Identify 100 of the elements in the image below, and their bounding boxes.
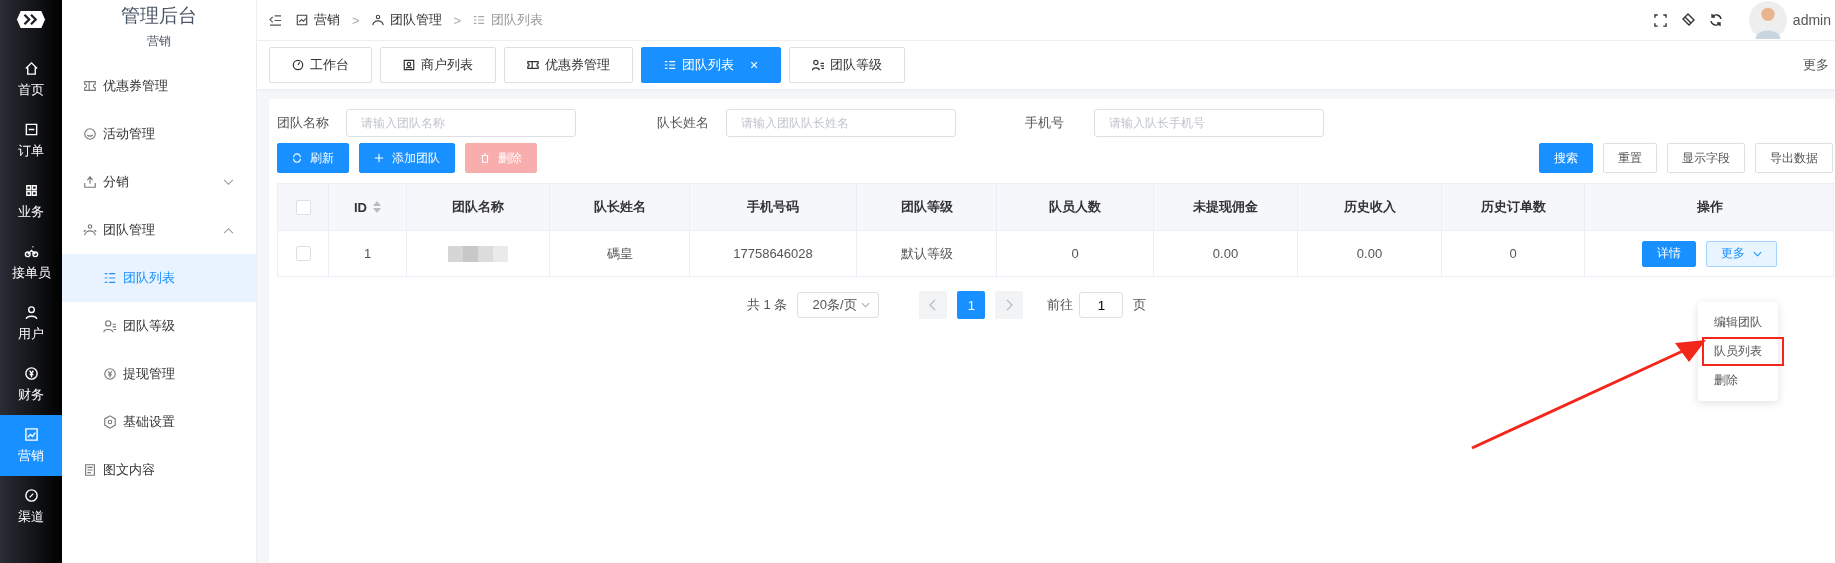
gauge-icon — [292, 59, 304, 71]
user-icon — [23, 304, 39, 320]
ticket-icon — [83, 79, 97, 93]
smiley-icon — [83, 127, 97, 141]
next-page-button[interactable] — [995, 291, 1024, 319]
rail-nav-item[interactable]: 订单 — [0, 110, 62, 171]
share-icon — [83, 175, 97, 189]
breadcrumb-link[interactable]: 团队管理 — [389, 11, 442, 29]
column-header: 队长姓名 — [593, 198, 646, 216]
user-name[interactable]: admin — [1792, 12, 1831, 28]
contact-card-icon — [403, 59, 415, 71]
menu-item[interactable]: 活动管理 — [62, 110, 256, 158]
trash-icon — [480, 153, 490, 163]
rail-nav-item[interactable]: 业务 — [0, 171, 62, 232]
submenu-item[interactable]: 团队等级 — [62, 302, 256, 350]
bicycle-icon — [23, 243, 39, 259]
table-cell: 1 — [363, 246, 372, 261]
more-tabs-button[interactable]: 更多 — [1803, 56, 1829, 74]
page-tab[interactable]: 优惠券管理 — [504, 47, 633, 83]
submenu-item[interactable]: 提现管理 — [62, 350, 256, 398]
fullscreen-icon[interactable] — [1653, 13, 1667, 27]
goto-page-input[interactable]: 1 — [1079, 292, 1124, 318]
row-checkbox[interactable] — [295, 246, 311, 261]
column-header: 手机号码 — [747, 198, 799, 216]
coin-icon — [103, 367, 117, 381]
filter-label: 团队名称 — [277, 114, 330, 132]
rail-nav-item[interactable]: 接单员 — [0, 232, 62, 293]
people-icon — [83, 223, 97, 237]
page-unit: 页 — [1133, 296, 1147, 314]
rail-nav-item[interactable]: 渠道 — [0, 476, 62, 537]
dropdown-item[interactable]: 编辑团队 — [1698, 308, 1778, 337]
column-header: 团队等级 — [900, 198, 953, 216]
toolbar-button[interactable]: 重置 — [1603, 143, 1657, 173]
menu-fold-icon[interactable] — [269, 14, 282, 26]
menu-item[interactable]: 团队管理 — [62, 206, 256, 254]
document-icon — [83, 463, 97, 477]
page-size-select[interactable]: 20条/页 — [797, 292, 880, 318]
filter-input[interactable]: 请输入团队队长姓名 — [726, 109, 956, 137]
column-header: 队员人数 — [1049, 198, 1101, 216]
pixelated-area — [448, 245, 508, 262]
toolbar-button[interactable]: 导出数据 — [1755, 143, 1833, 173]
rail-nav-item[interactable]: 财务 — [0, 354, 62, 415]
chevron-icon — [1753, 250, 1762, 257]
chevron-icon — [861, 302, 871, 308]
ticket-icon — [527, 59, 539, 71]
previous-page-button[interactable] — [919, 291, 948, 319]
filter-input[interactable]: 请输入队长手机号 — [1094, 109, 1324, 137]
page-tab[interactable]: 团队等级 — [789, 47, 906, 83]
user-list-icon — [103, 319, 117, 333]
filter-input[interactable]: 请输入团队名称 — [346, 109, 576, 137]
table-cell: 默认等级 — [900, 244, 953, 263]
link-icon — [23, 487, 39, 503]
column-header: 团队名称 — [452, 198, 504, 216]
eraser-icon[interactable] — [1680, 13, 1695, 27]
menu-item[interactable]: 优惠券管理 — [62, 62, 256, 110]
breadcrumb-link[interactable]: 营销 — [314, 11, 340, 29]
refresh-icon[interactable] — [1708, 13, 1723, 27]
chart-icon — [296, 14, 308, 26]
chart-icon — [23, 426, 39, 442]
plus-icon — [374, 153, 384, 163]
toolbar-button[interactable]: 显示字段 — [1667, 143, 1745, 173]
dropdown-item[interactable]: 删除 — [1698, 366, 1778, 395]
table-cell: 碼皇 — [606, 244, 633, 263]
menu-item[interactable]: 图文内容 — [62, 446, 256, 494]
page-tab[interactable]: 商户列表 — [380, 47, 496, 83]
submenu-item[interactable]: 基础设置 — [62, 398, 256, 446]
home-icon — [23, 60, 39, 76]
document-icon — [23, 121, 39, 137]
table-cell: 0 — [1071, 246, 1079, 261]
breadcrumb-separator: > — [453, 12, 462, 28]
list-icon — [103, 271, 117, 285]
logo-icon — [16, 10, 46, 29]
hexagon-icon — [103, 415, 117, 429]
table-cell: 0.00 — [1212, 246, 1239, 261]
filter-label: 队长姓名 — [657, 114, 710, 132]
people-icon — [371, 14, 384, 26]
table-cell: 0.00 — [1356, 246, 1383, 261]
dropdown-item[interactable]: 队员列表 — [1702, 337, 1784, 366]
page-tab[interactable]: 工作台 — [269, 47, 372, 83]
total-count: 共 1 条 — [747, 296, 788, 314]
refresh-icon — [292, 153, 302, 163]
app-title: 管理后台 — [120, 4, 198, 28]
select-all-checkbox[interactable] — [295, 199, 311, 215]
rail-nav-item[interactable]: 用户 — [0, 293, 62, 354]
table-cell: 17758646028 — [733, 246, 813, 261]
grid-icon — [23, 182, 39, 198]
table-cell: 0 — [1509, 246, 1517, 261]
list-icon — [664, 59, 676, 71]
section-label: 营销 — [146, 33, 172, 50]
column-header: 操作 — [1696, 198, 1723, 216]
goto-label: 前往 — [1047, 296, 1074, 314]
list-icon — [473, 14, 486, 26]
column-header: 未提现佣金 — [1193, 198, 1258, 216]
avatar[interactable] — [1748, 1, 1787, 39]
sort-icon[interactable] — [373, 201, 381, 213]
menu-item[interactable]: 分销 — [62, 158, 256, 206]
rail-nav-item[interactable]: 首页 — [0, 49, 62, 110]
column-header: 历史收入 — [1343, 198, 1396, 216]
user-list-icon — [812, 59, 825, 71]
breadcrumb-separator: > — [352, 12, 360, 28]
